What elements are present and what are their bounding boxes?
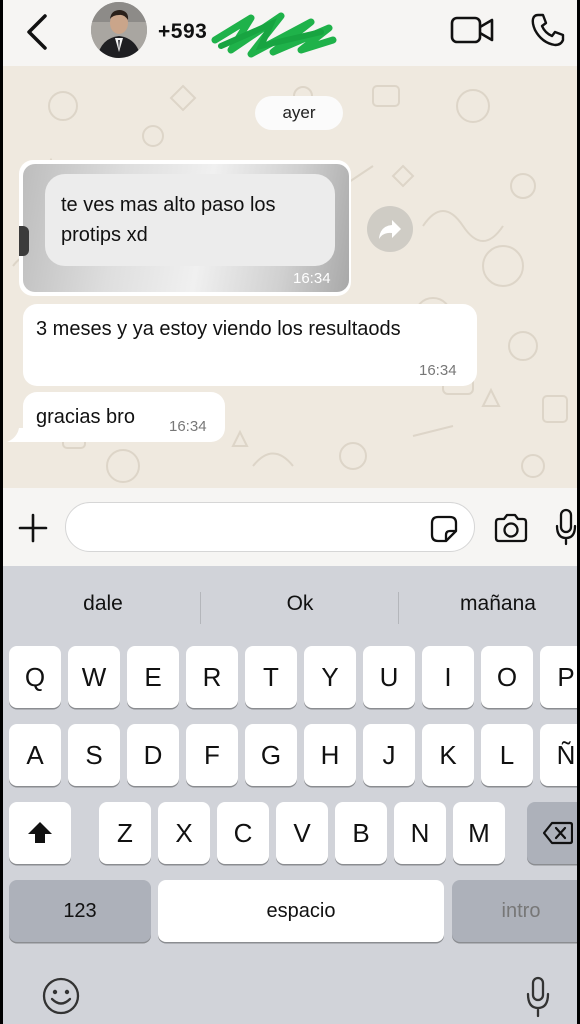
chat-header: +593 [3, 0, 577, 66]
key-m[interactable]: M [453, 802, 505, 864]
key-t[interactable]: T [245, 646, 297, 708]
key-l[interactable]: L [481, 724, 533, 786]
key-j[interactable]: J [363, 724, 415, 786]
numbers-key[interactable]: 123 [9, 880, 151, 942]
avatar[interactable] [91, 2, 147, 58]
suggestion-bar: dale Ok mañana [3, 566, 577, 646]
key-g[interactable]: G [245, 724, 297, 786]
microphone-icon[interactable] [555, 508, 577, 546]
redaction-scribble [211, 12, 337, 58]
key-u[interactable]: U [363, 646, 415, 708]
camera-icon[interactable] [493, 512, 529, 544]
message-bubble[interactable] [23, 304, 477, 386]
keyboard: dale Ok mañana Q W E R T Y U I O P A S D… [3, 566, 577, 1024]
video-call-icon[interactable] [450, 14, 494, 46]
key-a[interactable]: A [9, 724, 61, 786]
key-h[interactable]: H [304, 724, 356, 786]
date-separator: ayer [255, 96, 343, 130]
key-i[interactable]: I [422, 646, 474, 708]
space-key[interactable]: espacio [158, 880, 444, 942]
suggestion-divider [200, 592, 201, 624]
suggestion-dale[interactable]: dale [43, 592, 163, 616]
backspace-key[interactable] [527, 802, 577, 864]
phone-call-icon[interactable] [530, 12, 566, 48]
return-key[interactable]: intro [452, 880, 577, 942]
forward-arrow-icon [379, 220, 401, 239]
message-time: 16:34 [169, 418, 207, 435]
key-enye[interactable]: Ñ [540, 724, 577, 786]
dictation-mic-icon[interactable] [525, 976, 551, 1018]
key-c[interactable]: C [217, 802, 269, 864]
message-time: 16:34 [419, 362, 457, 379]
chat-area[interactable]: ayer te ves mas alto paso los protips xd… [3, 66, 577, 488]
message-text: gracias bro [36, 406, 135, 428]
key-s[interactable]: S [68, 724, 120, 786]
key-f[interactable]: F [186, 724, 238, 786]
key-d[interactable]: D [127, 724, 179, 786]
shift-arrow-icon [28, 822, 52, 843]
shift-key[interactable] [9, 802, 71, 864]
emoji-icon[interactable] [41, 976, 81, 1016]
key-v[interactable]: V [276, 802, 328, 864]
message-image-edge [19, 226, 29, 256]
plus-icon[interactable] [17, 512, 49, 544]
key-z[interactable]: Z [99, 802, 151, 864]
forward-button[interactable] [367, 206, 413, 252]
suggestion-manana[interactable]: mañana [433, 592, 563, 616]
key-o[interactable]: O [481, 646, 533, 708]
suggestion-ok[interactable]: Ok [240, 592, 360, 616]
backspace-icon [543, 821, 573, 845]
message-text: 3 meses y ya estoy viendo los resultaods [36, 318, 401, 340]
key-q[interactable]: Q [9, 646, 61, 708]
sticker-icon[interactable] [429, 514, 459, 544]
key-y[interactable]: Y [304, 646, 356, 708]
back-chevron-icon[interactable] [23, 12, 53, 52]
suggestion-divider [398, 592, 399, 624]
key-k[interactable]: K [422, 724, 474, 786]
message-input-bar [3, 488, 577, 566]
contact-name[interactable]: +593 [158, 20, 207, 44]
key-r[interactable]: R [186, 646, 238, 708]
key-x[interactable]: X [158, 802, 210, 864]
key-w[interactable]: W [68, 646, 120, 708]
key-p[interactable]: P [540, 646, 577, 708]
message-text: te ves mas alto paso los protips xd [61, 194, 276, 246]
key-b[interactable]: B [335, 802, 387, 864]
message-time: 16:34 [293, 270, 331, 287]
key-e[interactable]: E [127, 646, 179, 708]
phone-screen: +593 ayer te ves mas alto paso los proti… [3, 0, 577, 1024]
message-input[interactable] [65, 502, 475, 552]
key-n[interactable]: N [394, 802, 446, 864]
